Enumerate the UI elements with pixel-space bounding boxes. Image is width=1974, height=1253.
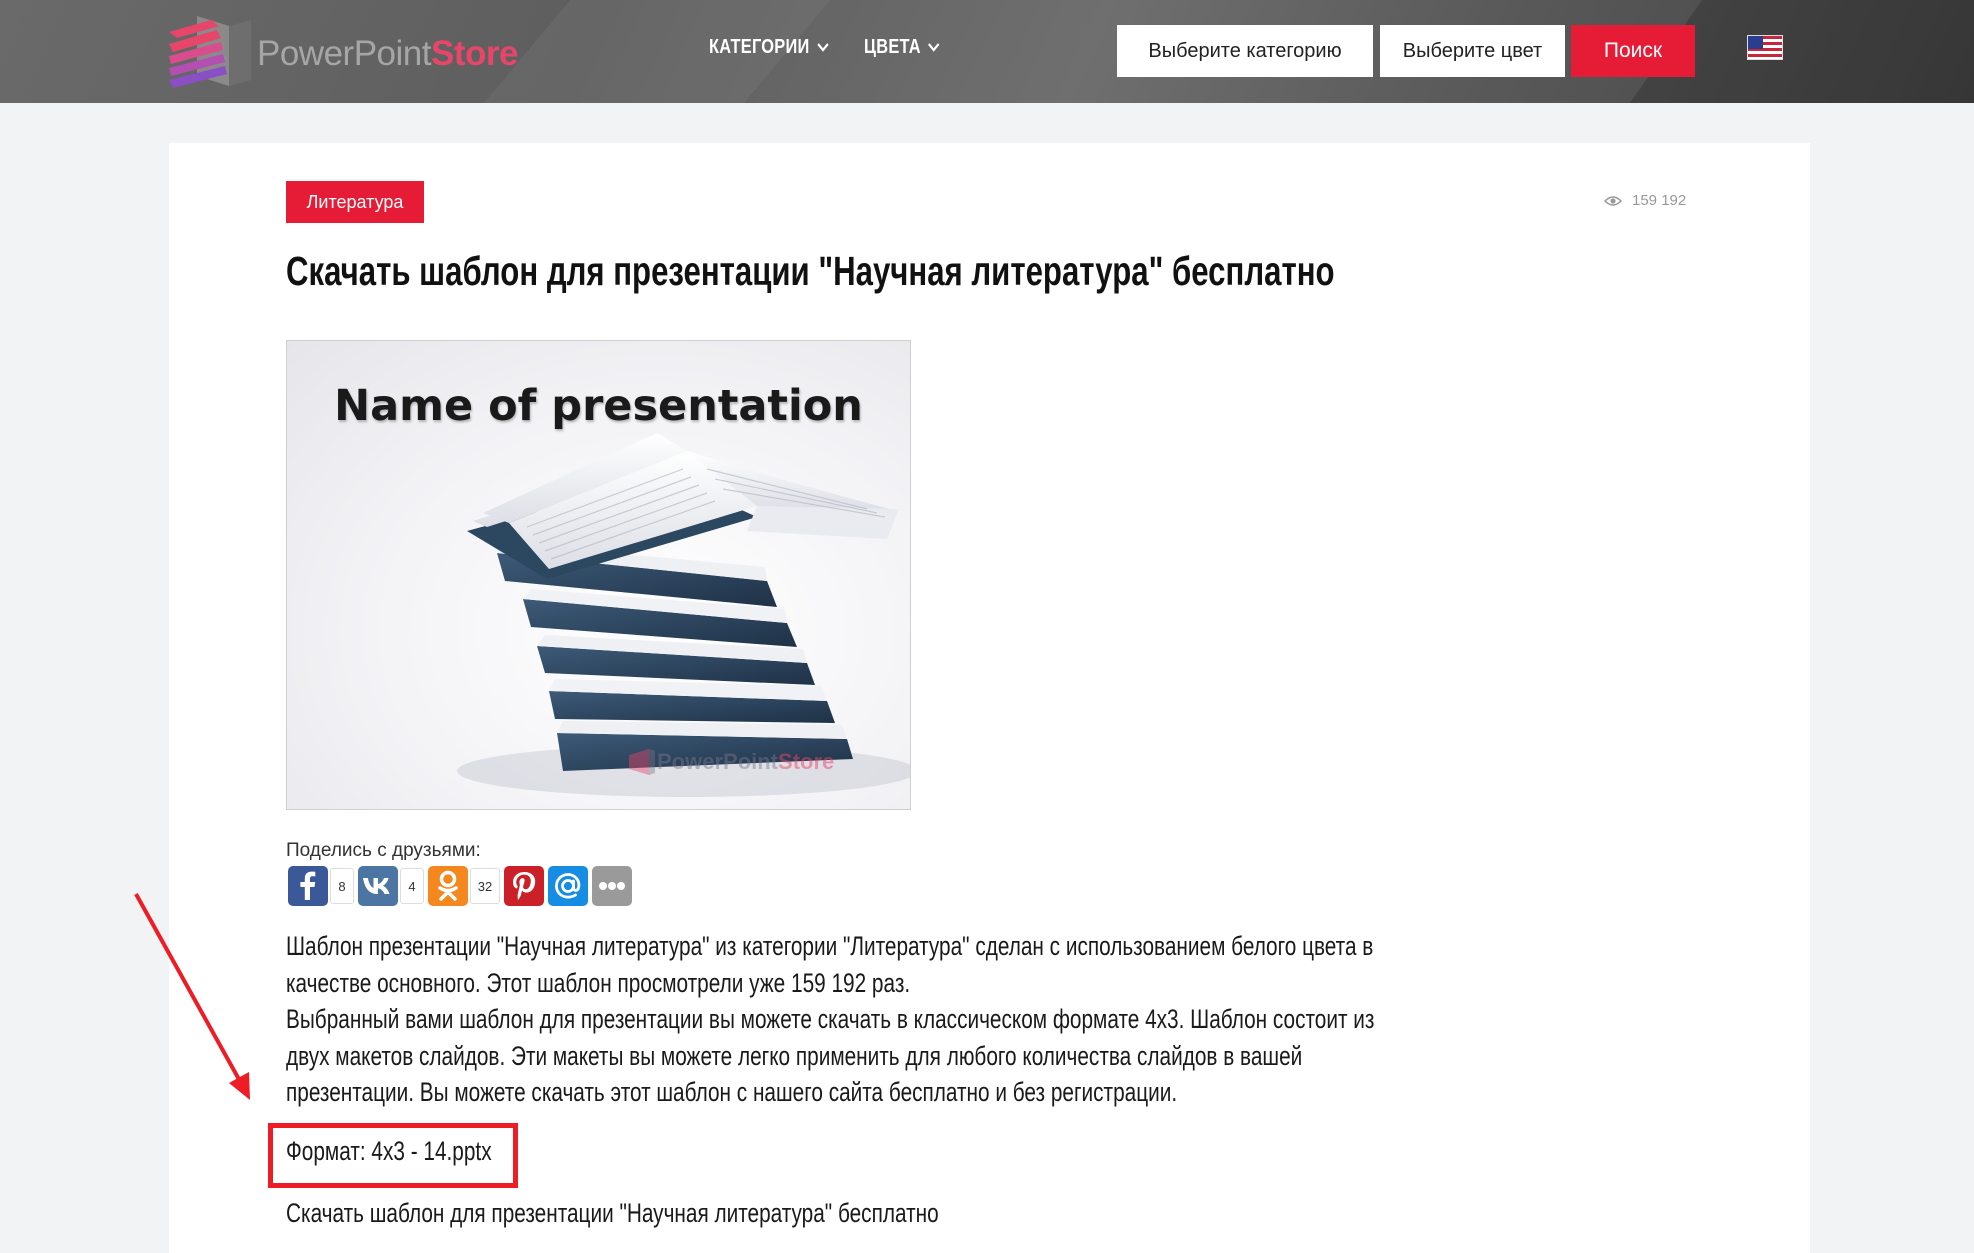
vk-share-button[interactable]	[358, 866, 398, 906]
category-badge[interactable]: Литература	[286, 181, 424, 223]
logo-text-part: PowerPoint	[257, 34, 431, 73]
template-preview-image[interactable]: Name of presentation PowerPoint Store	[286, 340, 911, 810]
logo-text: PowerPointStore	[257, 34, 518, 74]
mail-ru-share-button[interactable]	[548, 866, 588, 906]
us-flag-icon[interactable]	[1747, 35, 1783, 60]
mail-ru-icon	[555, 873, 581, 899]
facebook-share-button[interactable]	[288, 866, 328, 906]
share-label: Поделись с друзьями:	[286, 840, 481, 861]
view-count: 159 192	[1632, 192, 1687, 209]
vk-share-count: 4	[400, 868, 424, 904]
download-link-text[interactable]: Скачать шаблон для презентации "Научная …	[286, 1198, 939, 1229]
facebook-icon	[300, 871, 316, 900]
color-select[interactable]: Выберите цвет	[1380, 25, 1565, 77]
pinterest-icon	[513, 872, 536, 900]
preview-heading: Name of presentation	[334, 381, 863, 431]
nav-colors[interactable]: ЦВЕТА	[864, 36, 940, 59]
watermark-text: PowerPoint	[657, 749, 779, 774]
category-select-value: Выберите категорию	[1148, 39, 1342, 62]
category-badge-label: Литература	[306, 191, 404, 212]
chevron-down-icon	[928, 39, 940, 55]
more-share-button[interactable]	[592, 866, 632, 906]
odnoklassniki-share-count: 32	[470, 868, 500, 904]
chevron-down-icon	[817, 39, 829, 55]
odnoklassniki-share-button[interactable]	[428, 866, 468, 906]
nav-categories[interactable]: КАТЕГОРИИ	[709, 36, 829, 59]
color-select-value: Выберите цвет	[1402, 39, 1543, 62]
annotation-highlight-box	[268, 1123, 518, 1188]
search-button[interactable]: Поиск	[1571, 25, 1695, 77]
logo-icon	[169, 16, 251, 88]
odnoklassniki-icon	[438, 870, 458, 901]
eye-icon	[1604, 195, 1622, 206]
watermark-text: Store	[778, 749, 835, 774]
preview-watermark: PowerPoint Store	[627, 747, 834, 777]
search-button-label: Поиск	[1603, 39, 1663, 62]
facebook-share-count: 8	[330, 868, 354, 904]
description-paragraph: Выбранный вами шаблон для презентации вы…	[286, 1004, 1375, 1107]
nav-categories-label: КАТЕГОРИИ	[709, 36, 810, 58]
view-counter: 159 192	[1604, 192, 1686, 209]
pinterest-share-button[interactable]	[504, 866, 544, 906]
category-select[interactable]: Выберите категорию	[1117, 25, 1373, 77]
site-header: PowerPointStore КАТЕГОРИИ ЦВЕТА Выберите…	[0, 0, 1974, 103]
more-icon	[599, 882, 625, 890]
template-description: Шаблон презентации "Научная литература" …	[286, 928, 1410, 1111]
logo-icon	[629, 749, 655, 775]
vk-icon	[363, 878, 390, 894]
page-title: Скачать шаблон для презентации "Научная …	[286, 248, 1335, 294]
site-logo[interactable]: PowerPointStore	[167, 12, 518, 92]
description-paragraph: Шаблон презентации "Научная литература" …	[286, 931, 1374, 998]
logo-text-part: Store	[430, 34, 518, 73]
nav-colors-label: ЦВЕТА	[864, 36, 921, 58]
